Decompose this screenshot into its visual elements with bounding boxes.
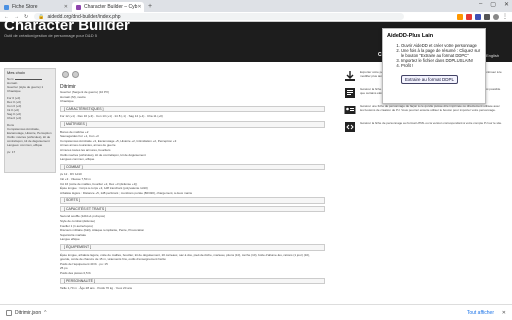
profile-avatar[interactable] <box>493 13 499 20</box>
section-header: [ PERSONNALITÉ ] <box>60 277 325 285</box>
page-title: Character Builder <box>4 17 130 34</box>
extension-popup: AideDD-Plus Lain Ouvrir AideDD et créer … <box>382 28 486 104</box>
previous-step-button[interactable] <box>62 71 69 78</box>
window-controls: – ▢ ✕ <box>479 1 509 8</box>
sidebar-line: Outils: navires (véhicules), kit de cont… <box>7 135 51 143</box>
extension-icon[interactable] <box>475 13 481 20</box>
section-line: Langue elfique <box>60 237 80 242</box>
export-description: Générer une fiche de personnage de façon… <box>360 104 500 112</box>
section-line: Taille 1,70 m · Âge 28 ans · Poids 70 kg… <box>60 286 133 291</box>
tab-character-builder[interactable]: Character Builder – Cyb ✕ <box>72 2 144 12</box>
export-card-item: Générer une fiche de personnage de façon… <box>344 104 504 116</box>
sidebar-line: Compétences Acrobatie, Escamotage, Histo… <box>7 127 52 135</box>
section-line: Langues commun, elfique <box>60 157 95 162</box>
section-header: [ ÉQUIPEMENT ] <box>60 244 325 251</box>
summary-line: Chaotique <box>60 99 74 104</box>
menu-dots-icon[interactable]: ⋮ <box>502 14 508 20</box>
download-item[interactable]: Ditrimir.json ^ <box>6 309 46 316</box>
extension-icon[interactable] <box>466 13 472 20</box>
character-summary: Ditrimir Guerrier (Sergent de guerre) (1… <box>60 84 325 291</box>
sidebar-line: pv: 17 <box>7 150 16 154</box>
show-all-downloads-link[interactable]: Tout afficher <box>467 310 494 316</box>
extension-icon[interactable] <box>457 13 463 20</box>
tab-label: Fiche Store <box>12 4 38 10</box>
close-tab-icon[interactable]: ✕ <box>64 4 68 10</box>
popup-steps: Ouvrir AideDD et créer votre personnage … <box>387 43 481 68</box>
chevron-up-icon[interactable]: ^ <box>44 310 46 316</box>
close-tab-icon[interactable]: ✕ <box>137 4 141 10</box>
download-filename: Ditrimir.json <box>15 309 42 316</box>
extract-ddpl-button[interactable]: Extraire au format DDPL <box>401 75 459 84</box>
id-card-icon[interactable] <box>344 104 356 116</box>
popup-step: Une fois à la page de résumé : Cliquez s… <box>401 48 481 58</box>
close-download-bar-icon[interactable]: ✕ <box>502 310 506 316</box>
section-header: [ CAPACITÉS ET TRAITS ] <box>60 205 325 213</box>
section-header: [ CARACTÉRISTIQUES ] <box>60 105 325 113</box>
tab-favicon-icon <box>4 4 9 10</box>
export-description: Générer la fiche de personnage au format… <box>360 121 502 125</box>
language-link[interactable]: English <box>486 53 499 58</box>
content-toolbar <box>62 71 79 78</box>
extension-icon[interactable] <box>484 13 490 20</box>
minimize-icon[interactable]: – <box>479 1 482 8</box>
code-icon[interactable] <box>344 121 356 133</box>
next-step-button[interactable] <box>72 71 79 78</box>
section-header: [ MAÎTRISES ] <box>60 120 325 128</box>
download-bar: Ditrimir.json ^ Tout afficher ✕ <box>0 304 512 320</box>
new-tab-button[interactable]: + <box>148 2 152 12</box>
section-header: [ SORTS ] <box>60 197 325 204</box>
export-html-item: Générer la fiche de personnage au format… <box>344 121 504 133</box>
section-header: [ COMBAT ] <box>60 163 325 171</box>
section-line: For 12 (+1) · Dex 16 (+3) · Con 13 (+1) … <box>60 114 163 119</box>
browser-tab-strip: Fiche Store ✕ Character Builder – Cyb ✕ … <box>0 0 512 12</box>
tab-label: Character Builder – Cyb <box>84 4 138 10</box>
sidebar-heading: Mes choix <box>7 70 26 75</box>
section-line: Arbalète légère : Distance +5, 1d8 perfo… <box>60 190 192 195</box>
download-icon[interactable] <box>344 70 356 82</box>
section-line: Poids des pièces 0,5 lb <box>60 271 91 275</box>
tab-fiche-store[interactable]: Fiche Store ✕ <box>0 2 72 12</box>
popup-title: AideDD-Plus Lain <box>387 33 434 39</box>
maximize-icon[interactable]: ▢ <box>490 1 496 8</box>
pdf-icon[interactable] <box>344 87 356 99</box>
close-window-icon[interactable]: ✕ <box>504 1 509 8</box>
site-subtitle: Outil de création/gestion de personnage … <box>4 33 97 38</box>
popup-step: Profit ! <box>401 63 481 68</box>
file-icon <box>6 309 12 316</box>
choices-sidebar: Mes choix Nom: ▬▬▬▬▬▬▬▬▬ Humain Guerrier (… <box>4 68 56 173</box>
tab-favicon-icon <box>76 4 81 10</box>
extensions-area: ⋮ <box>457 13 508 20</box>
